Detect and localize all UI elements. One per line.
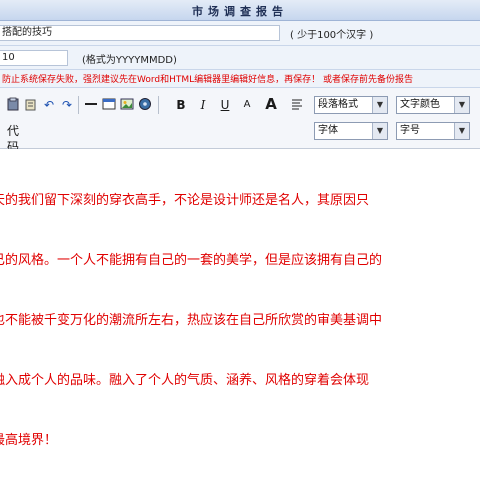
date-format-hint: (格式为YYYYMMDD)	[82, 55, 177, 66]
paragraph-format-value: 段落格式	[318, 99, 358, 110]
title-input[interactable]: 搭配的技巧	[0, 25, 280, 41]
table-icon[interactable]	[100, 96, 118, 114]
source-code-button[interactable]: 代码	[2, 122, 24, 154]
undo-icon[interactable]: ↶	[40, 96, 58, 114]
text-line: 也不能被千变万化的潮流所左右，热应该在自己所欣赏的审美基调中	[0, 313, 383, 328]
chevron-down-icon: ▼	[454, 97, 469, 113]
paragraph-format-select[interactable]: 段落格式 ▼	[314, 96, 388, 114]
paste-icon[interactable]	[4, 96, 22, 114]
text-line: 融入成个人的品味。融入了个人的气质、涵养、风格的穿着会体现	[0, 373, 370, 388]
media-icon[interactable]	[136, 96, 154, 114]
page-title: 市场调查报告	[192, 5, 288, 18]
font-size-value: 字号	[400, 125, 420, 136]
editor-text: 天的我们留下深刻的穿衣高手，不论是设计师还是名人，其原因只 已的风格。一个人不能…	[0, 151, 480, 491]
font-family-select[interactable]: 字体 ▼	[314, 122, 388, 140]
redo-icon[interactable]: ↷	[58, 96, 76, 114]
report-title-bar: 市场调查报告	[0, 0, 480, 21]
title-row: 搭配的技巧 ( 少于100个汉字 )	[0, 21, 480, 46]
text-line: 天的我们留下深刻的穿衣高手，不论是设计师还是名人，其原因只	[0, 193, 370, 208]
font-color-select[interactable]: 文字颜色 ▼	[396, 96, 470, 114]
font-size-select[interactable]: 字号 ▼	[396, 122, 470, 140]
warning-row: 防止系统保存失败，强烈建议先在Word和HTML编辑器里编辑好信息，再保存！ 或…	[0, 70, 480, 88]
toolbar-divider	[78, 96, 79, 114]
font-color-value: 文字颜色	[400, 99, 440, 110]
font-grow-button[interactable]: A	[262, 95, 280, 113]
editor-content-area[interactable]: 天的我们留下深刻的穿衣高手，不论是设计师还是名人，其原因只 已的风格。一个人不能…	[0, 149, 480, 448]
chevron-down-icon: ▼	[372, 97, 387, 113]
title-hint: ( 少于100个汉字 )	[290, 30, 374, 41]
date-input[interactable]: 10	[0, 50, 68, 66]
editor-toolbar: ↶ ↷ B I U A A 段落格式 ▼ 文字颜色 ▼ 代码 字体 ▼ 字号 ▼	[0, 88, 480, 154]
toolbar-divider	[158, 96, 159, 114]
text-line: 最高境界！	[0, 433, 58, 448]
horizontal-rule-icon[interactable]	[82, 96, 100, 114]
text-line: 已的风格。一个人不能拥有自己的一套的美学，但是应该拥有自己的	[0, 253, 383, 268]
image-icon[interactable]	[118, 96, 136, 114]
underline-button[interactable]: U	[216, 96, 234, 114]
font-shrink-button[interactable]: A	[238, 96, 256, 114]
bold-button[interactable]: B	[172, 96, 190, 114]
chevron-down-icon: ▼	[454, 123, 469, 139]
italic-button[interactable]: I	[194, 96, 212, 114]
font-family-value: 字体	[318, 125, 338, 136]
date-row: 10 (格式为YYYYMMDD)	[0, 46, 480, 70]
align-icon[interactable]	[288, 96, 306, 114]
save-warning: 防止系统保存失败，强烈建议先在Word和HTML编辑器里编辑好信息，再保存！ 或…	[2, 75, 414, 85]
clipboard-icon[interactable]	[22, 96, 40, 114]
chevron-down-icon: ▼	[372, 123, 387, 139]
